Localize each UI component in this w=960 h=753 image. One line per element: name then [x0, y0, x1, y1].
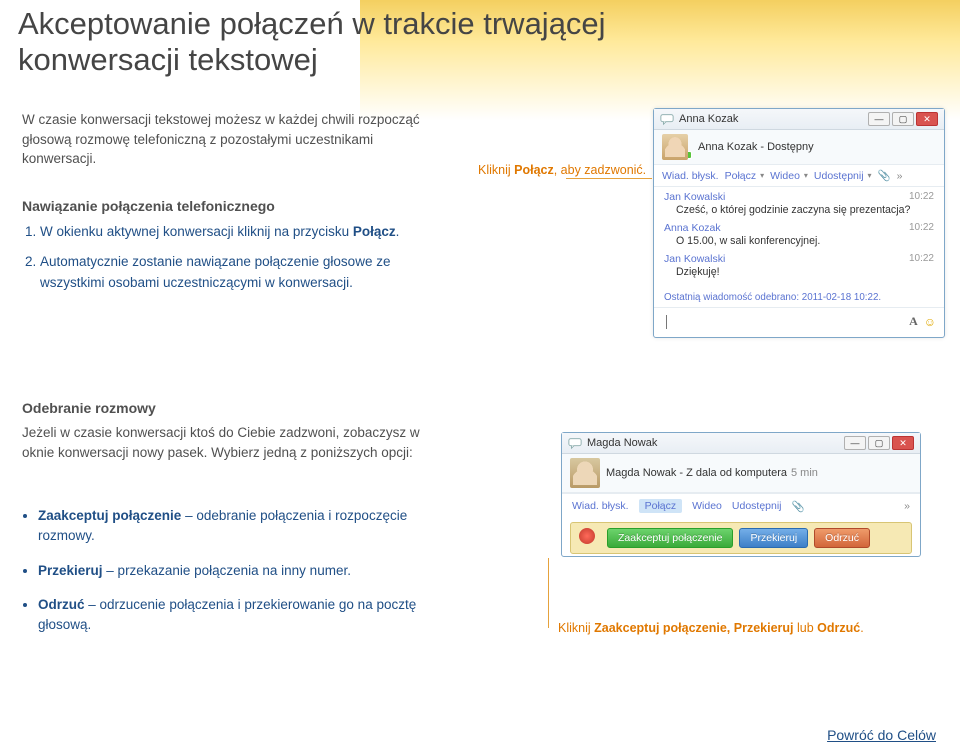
last-received-status: Ostatnią wiadomość odebrano: 2011-02-18 …: [654, 290, 944, 307]
msg1-name: Jan Kowalski: [664, 191, 725, 203]
bullet-redirect: Przekieruj – przekazanie połączenia na i…: [38, 561, 418, 581]
msg1-time: 10:22: [909, 191, 934, 203]
tb-video[interactable]: Wideo: [692, 500, 722, 512]
text-caret-icon: [666, 315, 667, 329]
tb-call[interactable]: Połącz: [725, 170, 765, 182]
minimize-button[interactable]: —: [868, 112, 890, 126]
window-titlebar: Anna Kozak — ▢ ✕: [654, 109, 944, 130]
tb-share[interactable]: Udostępnij: [732, 500, 782, 512]
close-button[interactable]: ✕: [916, 112, 938, 126]
section2-paragraph: Jeżeli w czasie konwersacji ktoś do Cieb…: [22, 423, 422, 462]
callout-arrow-2: [548, 558, 549, 628]
minimize-button[interactable]: —: [844, 436, 866, 450]
callout-accept: Kliknij Zaakceptuj połączenie, Przekieru…: [558, 621, 864, 635]
presence-text: Anna Kozak - Dostępny: [698, 141, 814, 153]
close-button[interactable]: ✕: [892, 436, 914, 450]
message-list: Jan Kowalski 10:22 Cześć, o której godzin…: [654, 187, 944, 290]
attach-icon[interactable]: 📎: [792, 500, 805, 513]
reject-call-button[interactable]: Odrzuć: [814, 528, 870, 548]
msg1-body: Cześć, o której godzinie zaczyna się pre…: [664, 203, 934, 222]
presence-row: Magda Nowak - Z dala od komputera5 min: [562, 454, 920, 493]
section1-steps: W okienku aktywnej konwersacji kliknij n…: [22, 222, 422, 303]
chat-icon: [568, 436, 582, 450]
msg2-time: 10:22: [909, 222, 934, 234]
maximize-button[interactable]: ▢: [868, 436, 890, 450]
presence-row: Anna Kozak - Dostępny: [654, 130, 944, 165]
step-2: Automatycznie zostanie nawiązane połącze…: [40, 252, 422, 293]
more-icon[interactable]: »: [897, 170, 903, 182]
msg3-body: Dziękuję!: [664, 265, 934, 284]
section2-heading: Odebranie rozmowy: [22, 400, 156, 416]
tb-im[interactable]: Wiad. błysk.: [662, 170, 719, 182]
msg3-time: 10:22: [909, 253, 934, 265]
emoji-icon[interactable]: ☺: [924, 315, 936, 329]
more-icon[interactable]: »: [904, 500, 910, 512]
back-to-goals-link[interactable]: Powróć do Celów: [827, 727, 936, 743]
callout-arrow-1: [566, 178, 652, 179]
bullet-accept: Zaakceptuj połączenie – odebranie połącz…: [38, 506, 418, 547]
step-1: W okienku aktywnej konwersacji kliknij n…: [40, 222, 422, 242]
intro-paragraph: W czasie konwersacji tekstowej możesz w …: [22, 110, 422, 169]
chat-toolbar: Wiad. błysk. Połącz Wideo Udostępnij 📎 »: [654, 165, 944, 187]
tb-share[interactable]: Udostępnij: [814, 170, 872, 182]
chat-window-anna: Anna Kozak — ▢ ✕ Anna Kozak - Dostępny W…: [653, 108, 945, 338]
maximize-button[interactable]: ▢: [892, 112, 914, 126]
msg3-name: Jan Kowalski: [664, 253, 725, 265]
tb-im[interactable]: Wiad. błysk.: [572, 500, 629, 512]
window-title: Anna Kozak: [679, 113, 738, 125]
page-title: Akceptowanie połączeń w trakcie trwające…: [18, 6, 658, 77]
chat-toolbar: Wiad. błysk. Połącz Wideo Udostępnij 📎 »: [562, 493, 920, 518]
chat-window-magda: Magda Nowak — ▢ ✕ Magda Nowak - Z dala o…: [561, 432, 921, 557]
redirect-call-button[interactable]: Przekieruj: [739, 528, 808, 548]
incoming-call-bar: Zaakceptuj połączenie Przekieruj Odrzuć: [570, 522, 912, 554]
tb-video[interactable]: Wideo: [770, 170, 808, 182]
message-input[interactable]: A ☺: [654, 307, 944, 337]
msg2-name: Anna Kozak: [664, 222, 721, 234]
avatar: [570, 458, 600, 488]
tb-call[interactable]: Połącz: [639, 499, 683, 513]
accept-call-button[interactable]: Zaakceptuj połączenie: [607, 528, 733, 548]
phone-icon: [579, 528, 595, 544]
section1-heading: Nawiązanie połączenia telefonicznego: [22, 198, 275, 214]
font-button[interactable]: A: [909, 314, 918, 329]
chat-icon: [660, 112, 674, 126]
avatar: [662, 134, 688, 160]
callout-connect: Kliknij Połącz, aby zadzwonić.: [478, 162, 646, 178]
msg2-body: O 15.00, w sali konferencyjnej.: [664, 234, 934, 253]
bullet-reject: Odrzuć – odrzucenie połączenia i przekie…: [38, 595, 418, 636]
attach-icon[interactable]: 📎: [878, 169, 891, 182]
section2-bullets: Zaakceptuj połączenie – odebranie połącz…: [38, 506, 418, 649]
window-title: Magda Nowak: [587, 437, 657, 449]
window-titlebar: Magda Nowak — ▢ ✕: [562, 433, 920, 454]
presence-text: Magda Nowak - Z dala od komputera5 min: [606, 467, 818, 479]
